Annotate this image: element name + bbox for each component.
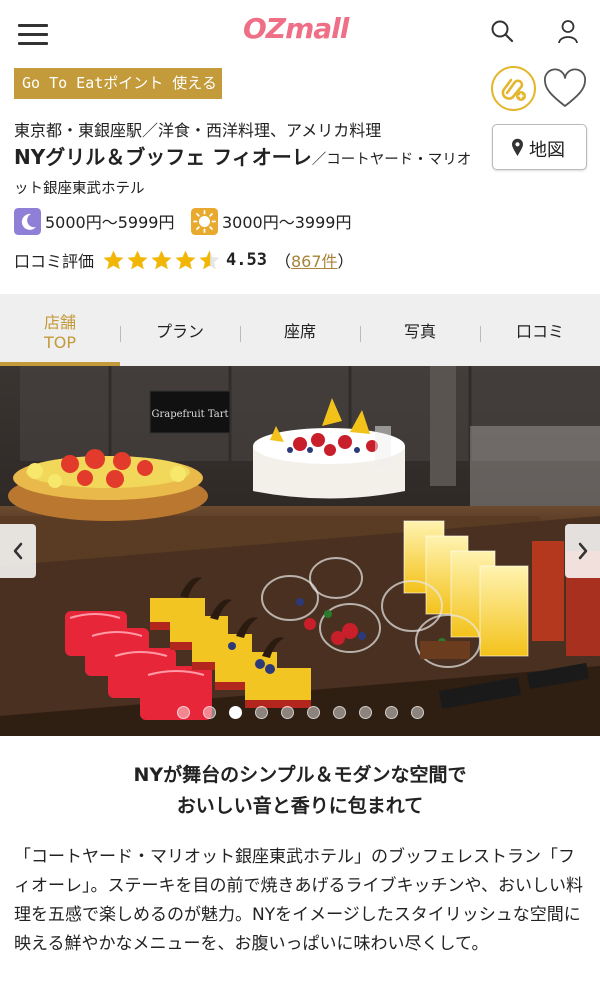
star-icon <box>199 250 220 270</box>
tab-plan[interactable]: プラン <box>120 294 240 366</box>
restaurant-name: NYグリル＆ブッフェ フィオーレ <box>14 145 312 169</box>
coupon-clip-icon <box>501 78 526 101</box>
review-count-link[interactable]: 867件 <box>291 252 338 271</box>
carousel-dot[interactable] <box>410 706 424 719</box>
dinner-price: 5000円～5999円 <box>14 206 174 236</box>
carousel-dot[interactable] <box>280 706 294 719</box>
tab-divider <box>480 326 481 342</box>
tab-divider <box>120 326 121 342</box>
carousel-dots <box>0 706 600 724</box>
tab-store-top[interactable]: 店舗 TOP <box>0 294 120 366</box>
moon-icon <box>14 207 41 235</box>
rating-score: 4.53 <box>226 250 267 270</box>
carousel-dot[interactable] <box>202 706 216 719</box>
carousel-prev-button[interactable] <box>0 524 36 578</box>
store-tabs: 店舗 TOP プラン 座席 写真 口コミ <box>0 294 600 366</box>
sun-icon <box>191 207 218 235</box>
lunch-price-text: 3000円～3999円 <box>222 213 352 232</box>
review-count: （867件） <box>274 252 354 271</box>
tab-seats[interactable]: 座席 <box>240 294 360 366</box>
tab-divider <box>360 326 361 342</box>
lunch-price: 3000円～3999円 <box>191 206 351 236</box>
carousel-dot[interactable] <box>176 706 190 719</box>
hero-photo[interactable]: Grapefruit Tart <box>0 366 600 736</box>
map-button[interactable]: 地図 <box>492 124 587 170</box>
carousel-dot[interactable] <box>358 706 372 719</box>
tart-sign-text: Grapefruit Tart <box>151 409 228 420</box>
chevron-left-icon <box>13 542 23 560</box>
map-pin-icon <box>512 138 523 156</box>
app-header: OZmall <box>0 0 600 68</box>
goto-eat-badge: Go To Eatポイント 使える <box>14 68 222 99</box>
star-icon <box>151 250 172 270</box>
map-button-label: 地図 <box>529 140 565 161</box>
carousel-dot[interactable] <box>254 706 268 719</box>
restaurant-title: NYグリル＆ブッフェ フィオーレ／コートヤード・マリオット銀座東武ホテル <box>14 143 484 204</box>
star-icon <box>103 250 124 270</box>
carousel-dot[interactable] <box>332 706 346 719</box>
carousel-dot[interactable] <box>228 706 242 719</box>
rating-row: 口コミ評価 4.53 （867件） <box>14 245 354 275</box>
tab-reviews[interactable]: 口コミ <box>480 294 600 366</box>
star-icon <box>127 250 148 270</box>
intro-headline: NYが舞台のシンプル＆モダンな空間で おいしい音と香りに包まれて <box>133 764 467 817</box>
user-icon[interactable] <box>554 18 582 46</box>
buffet-desserts-photo: Grapefruit Tart <box>0 366 600 736</box>
intro-body: 「コートヤード・マリオット銀座東武ホテル」のブッフェレストラン「フィオーレ」。ス… <box>14 847 583 954</box>
star-icon <box>175 250 196 270</box>
hamburger-menu-icon[interactable] <box>18 22 48 46</box>
coupon-button[interactable] <box>491 66 536 111</box>
carousel-dot[interactable] <box>306 706 320 719</box>
search-icon[interactable] <box>489 18 517 46</box>
tab-divider <box>240 326 241 342</box>
restaurant-category: 東京都・東銀座駅／洋食・西洋料理、アメリカ料理 <box>14 121 382 140</box>
carousel-dot[interactable] <box>384 706 398 719</box>
heart-icon[interactable] <box>542 68 588 110</box>
dinner-price-text: 5000円～5999円 <box>45 213 175 232</box>
carousel-next-button[interactable] <box>565 524 600 578</box>
rating-label: 口コミ評価 <box>14 252 95 271</box>
tab-photos[interactable]: 写真 <box>360 294 480 366</box>
rating-stars <box>102 249 222 271</box>
ozmall-logo[interactable]: OZmall <box>243 12 349 45</box>
chevron-right-icon <box>578 542 588 560</box>
